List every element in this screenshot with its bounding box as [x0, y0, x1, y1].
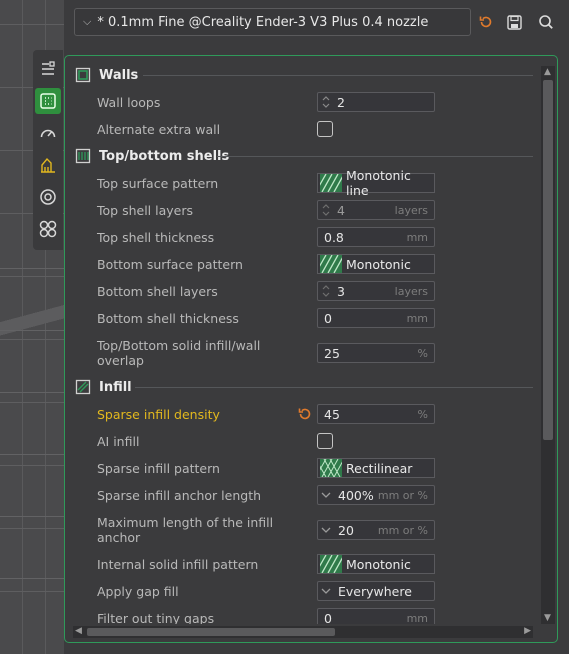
solid-infill-overlap-label: Top/Bottom solid infill/wall overlap [97, 338, 261, 368]
wall-loops-label: Wall loops [97, 95, 161, 110]
bottom-shell-thickness-input[interactable]: 0 mm [317, 308, 435, 328]
sparse-infill-pattern-label: Sparse infill pattern [97, 461, 220, 476]
shells-icon [75, 148, 91, 164]
reset-icon[interactable] [475, 11, 497, 33]
others-icon [39, 220, 57, 238]
scroll-down-icon[interactable]: ▼ [544, 613, 551, 623]
search-icon[interactable] [535, 11, 557, 33]
apply-gap-fill-select[interactable]: Everywhere [317, 581, 435, 601]
vertical-scrollbar[interactable]: ▲ ▼ [541, 66, 555, 624]
monotonic-pattern-icon [320, 555, 342, 573]
speedometer-icon [40, 129, 56, 138]
nozzle-icon [40, 189, 56, 205]
stepper-icon[interactable] [318, 93, 334, 111]
filter-tiny-gaps-label: Filter out tiny gaps [97, 611, 215, 624]
multimaterial-tab[interactable] [35, 184, 61, 210]
sparse-infill-density-input[interactable]: 45 % [317, 404, 435, 424]
speed-tab[interactable] [35, 120, 61, 146]
section-infill: Infill [75, 377, 132, 397]
scrollbar-thumb[interactable] [87, 628, 335, 636]
settings-content: Walls Wall loops 2 Alternate extra wall … [65, 56, 535, 624]
monotonic-pattern-icon [320, 255, 342, 273]
rectilinear-pattern-icon [320, 459, 342, 477]
chevron-down-icon: ⌵ [83, 15, 92, 28]
layers-icon [42, 61, 55, 75]
ai-infill-checkbox[interactable] [317, 433, 333, 449]
sparse-infill-pattern-select[interactable]: Rectilinear [317, 458, 435, 478]
bottom-shell-layers-input[interactable]: 3 layers [317, 281, 435, 301]
ai-infill-label: AI infill [97, 434, 140, 449]
horizontal-scrollbar[interactable]: ◀ ▶ [73, 626, 533, 638]
support-tab[interactable] [35, 152, 61, 178]
alternate-extra-wall-checkbox[interactable] [317, 121, 333, 137]
max-infill-anchor-label: Maximum length of the infill anchor [97, 515, 274, 545]
top-shell-layers-label: Top shell layers [97, 203, 193, 218]
reset-icon[interactable] [297, 406, 313, 422]
alternate-extra-wall-label: Alternate extra wall [97, 122, 221, 137]
bottom-surface-pattern-label: Bottom surface pattern [97, 257, 243, 272]
filter-tiny-gaps-input[interactable]: 0 mm [317, 608, 435, 624]
top-surface-pattern-label: Top surface pattern [97, 176, 219, 191]
section-top-bottom: Top/bottom shells [75, 146, 229, 166]
strength-tab[interactable] [35, 88, 61, 114]
section-title: Top/bottom shells [99, 148, 230, 164]
sparse-infill-density-label: Sparse infill density [97, 407, 220, 422]
stepper-icon[interactable] [318, 282, 334, 300]
scroll-right-icon[interactable]: ▶ [524, 626, 531, 636]
preset-selector[interactable]: ⌵ * 0.1mm Fine @Creality Ender-3 V3 Plus… [74, 8, 471, 36]
wall-loops-input[interactable]: 2 [317, 92, 435, 112]
sparse-infill-anchor-length-label: Sparse infill anchor length [97, 488, 262, 503]
bottom-surface-pattern-select[interactable]: Monotonic [317, 254, 435, 274]
support-icon [41, 157, 55, 173]
scrollbar-thumb[interactable] [543, 80, 553, 440]
settings-panel: Walls Wall loops 2 Alternate extra wall … [64, 55, 558, 643]
chevron-down-icon[interactable] [318, 527, 334, 533]
stepper-icon[interactable] [318, 201, 334, 219]
max-infill-anchor-combo[interactable]: 20 mm or % [317, 520, 435, 540]
settings-tab-bar [33, 50, 63, 250]
chevron-down-icon[interactable] [318, 492, 334, 498]
monotonic-line-pattern-icon [320, 174, 342, 192]
bottom-shell-layers-label: Bottom shell layers [97, 284, 218, 299]
section-title: Infill [99, 379, 132, 395]
top-shell-layers-input[interactable]: 4 layers [317, 200, 435, 220]
solid-infill-overlap-input[interactable]: 25 % [317, 343, 435, 363]
top-shell-thickness-label: Top shell thickness [97, 230, 215, 245]
section-title: Walls [99, 67, 139, 83]
preset-name: * 0.1mm Fine @Creality Ender-3 V3 Plus 0… [97, 14, 429, 30]
internal-solid-infill-pattern-label: Internal solid infill pattern [97, 557, 259, 572]
scroll-left-icon[interactable]: ◀ [75, 626, 82, 636]
sparse-infill-anchor-length-combo[interactable]: 400% mm or % [317, 485, 435, 505]
strength-icon [40, 93, 56, 109]
apply-gap-fill-label: Apply gap fill [97, 584, 179, 599]
quality-tab[interactable] [35, 56, 61, 82]
save-icon[interactable] [503, 11, 525, 33]
scroll-up-icon[interactable]: ▲ [544, 67, 551, 77]
top-surface-pattern-select[interactable]: Monotonic line [317, 168, 435, 198]
bottom-shell-thickness-label: Bottom shell thickness [97, 311, 239, 326]
others-tab[interactable] [35, 216, 61, 242]
section-walls: Walls [75, 65, 138, 85]
internal-solid-infill-pattern-select[interactable]: Monotonic [317, 554, 435, 574]
infill-icon [75, 379, 91, 395]
chevron-down-icon[interactable] [318, 588, 334, 594]
top-shell-thickness-input[interactable]: 0.8 mm [317, 227, 435, 247]
walls-icon [75, 67, 91, 83]
